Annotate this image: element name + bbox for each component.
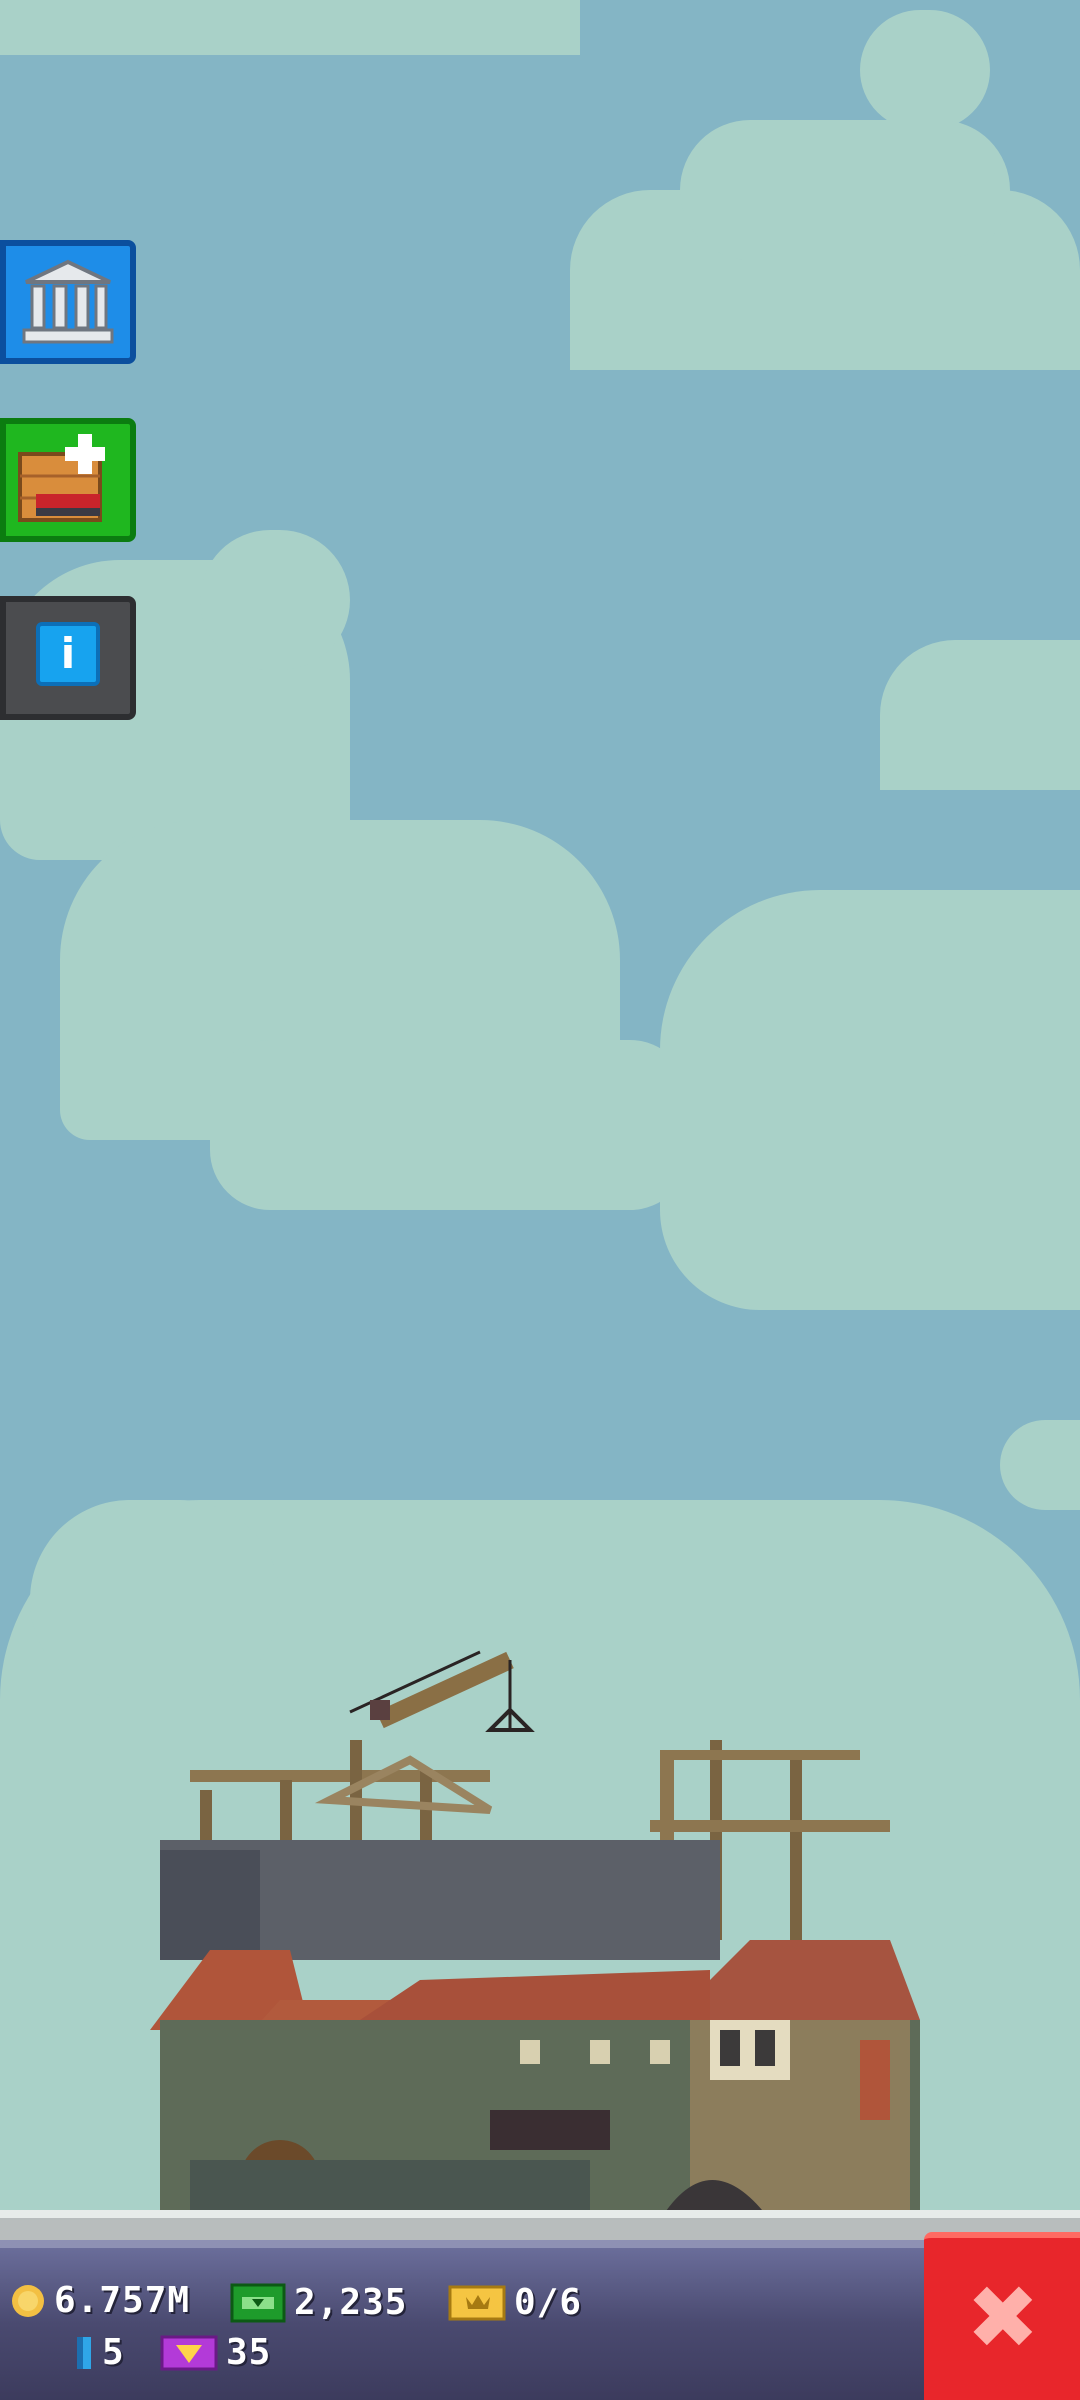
- coins-counter[interactable]: 6.757M: [10, 2280, 190, 2321]
- tickets-value: 0/6: [514, 2282, 583, 2323]
- tower-building: [150, 1650, 920, 2220]
- cloud: [880, 640, 1080, 790]
- bux-icon: [230, 2283, 286, 2322]
- cloud: [680, 120, 1010, 260]
- cloud: [210, 1040, 690, 1210]
- vip-value: 35: [226, 2332, 272, 2373]
- close-icon: ✖: [966, 2266, 1040, 2369]
- key-icon: [77, 2336, 91, 2369]
- add-floor-button[interactable]: [0, 418, 136, 542]
- cloud: [0, 0, 580, 55]
- vip-counter[interactable]: 35: [160, 2332, 271, 2373]
- add-floor-icon: [18, 434, 105, 522]
- ticket-icon: [448, 2285, 506, 2320]
- coin-icon: [12, 2284, 44, 2317]
- cloud: [1000, 1420, 1080, 1510]
- keys-counter[interactable]: 5: [74, 2332, 125, 2373]
- museum-button[interactable]: [0, 240, 136, 364]
- close-button[interactable]: ✖: [924, 2232, 1080, 2400]
- info-icon: i: [36, 622, 100, 686]
- keys-value: 5: [102, 2332, 125, 2373]
- ground-edge: [0, 2210, 1080, 2218]
- museum-icon: [22, 259, 114, 344]
- cloud: [660, 890, 1080, 1310]
- coins-value: 6.757M: [54, 2280, 191, 2321]
- bux-counter[interactable]: 2,235: [230, 2282, 407, 2323]
- tickets-counter[interactable]: 0/6: [448, 2282, 582, 2323]
- vip-icon: [160, 2335, 218, 2370]
- info-button[interactable]: i: [0, 596, 136, 720]
- cloud: [860, 10, 990, 130]
- hud-bar: [0, 2248, 924, 2400]
- bux-value: 2,235: [294, 2282, 408, 2323]
- cloud: [200, 530, 350, 670]
